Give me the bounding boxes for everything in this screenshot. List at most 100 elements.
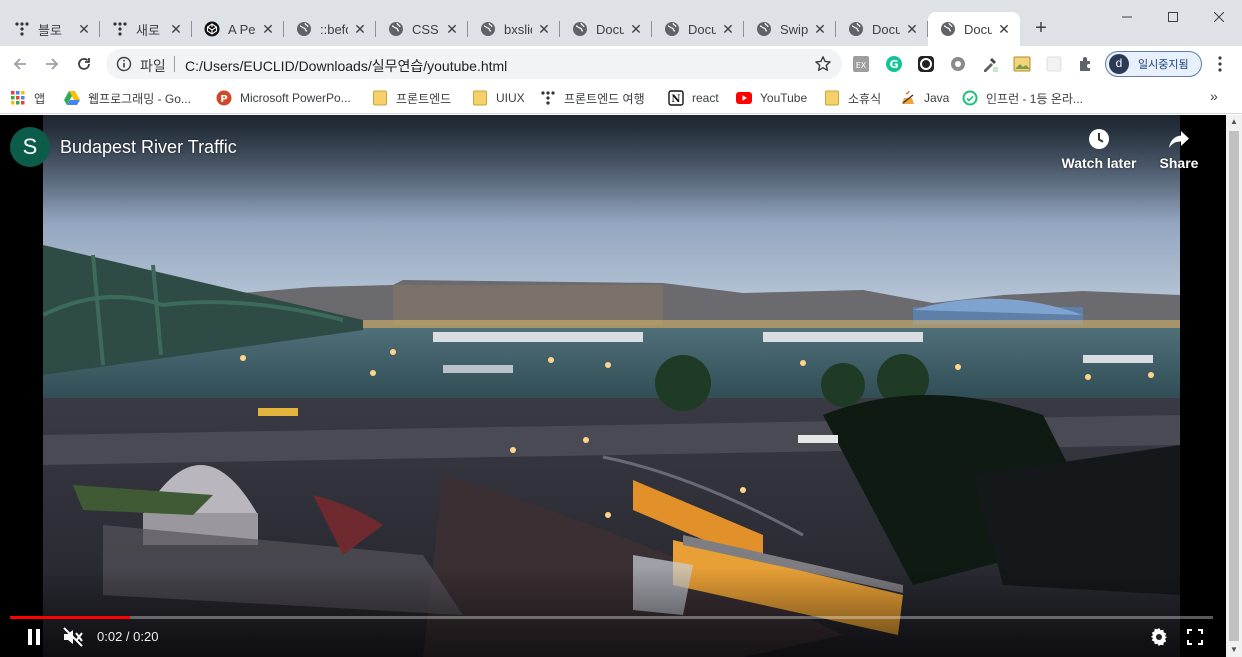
maximize-button[interactable] [1150, 0, 1196, 34]
extension-gear-icon[interactable] [948, 54, 968, 74]
tab-title: Docu [872, 21, 900, 37]
minimize-button[interactable] [1104, 0, 1150, 34]
page-scrollbar[interactable]: ▲ ▼ [1226, 115, 1242, 657]
pause-icon [28, 629, 40, 645]
settings-button[interactable] [1147, 625, 1171, 649]
bookmark-label: Microsoft PowerPo... [240, 91, 351, 105]
bookmark-item[interactable]: 소휴식 [824, 88, 881, 108]
tab-close-icon[interactable]: ✕ [904, 21, 920, 37]
tab-close-icon[interactable]: ✕ [628, 21, 644, 37]
bookmark-item[interactable]: Java [900, 88, 949, 108]
browser-menu-button[interactable] [1210, 54, 1230, 74]
bookmark-item[interactable]: UIUX [472, 88, 525, 108]
url-text[interactable]: C:/Users/EUCLID/Downloads/실무연습/youtube.h… [185, 56, 507, 76]
mute-button[interactable] [60, 625, 86, 649]
bookmark-item[interactable]: 인프런 - 1등 온라... [962, 88, 1083, 108]
bookmarks-overflow-button[interactable]: » [1210, 88, 1218, 104]
file-scheme-label: 파일 [140, 58, 166, 74]
tab-title: Docu [964, 21, 992, 37]
arrow-right-icon [46, 58, 59, 70]
bookmark-item[interactable]: 프론트엔드 [372, 88, 451, 108]
browser-tab[interactable]: 새로 ✕ [100, 12, 192, 46]
close-icon [1214, 12, 1224, 22]
tab-close-icon[interactable]: ✕ [352, 21, 368, 37]
video-title[interactable]: Budapest River Traffic [60, 137, 237, 158]
tab-close-icon[interactable]: ✕ [812, 21, 828, 37]
codepen-icon [204, 21, 220, 37]
browser-tab-active[interactable]: Docu ✕ [928, 12, 1020, 46]
browser-tab[interactable]: ::befo✕ [284, 12, 376, 46]
watch-later-button[interactable]: Watch later [1059, 127, 1139, 171]
scroll-thumb[interactable] [1229, 131, 1239, 641]
browser-tab[interactable]: CSS ✕ [376, 12, 468, 46]
bookmark-item[interactable]: 앱 [10, 88, 45, 108]
bookmark-star-icon[interactable] [814, 55, 832, 73]
progress-bar[interactable] [10, 616, 1213, 619]
folder-icon [472, 90, 488, 106]
bookmark-label: UIUX [496, 91, 525, 105]
tab-close-icon[interactable]: ✕ [260, 21, 276, 37]
bookmark-item[interactable]: 웹프로그래밍 - Go... [64, 88, 191, 108]
channel-avatar[interactable]: S [10, 127, 50, 167]
scroll-up-icon[interactable]: ▲ [1226, 115, 1242, 129]
more-vert-icon [1218, 56, 1222, 72]
tab-close-icon[interactable]: ✕ [720, 21, 736, 37]
extension-blank-icon[interactable] [1044, 54, 1064, 74]
tab-close-icon[interactable]: ✕ [536, 21, 552, 37]
bookmark-label: 프론트엔드 여행 [564, 91, 645, 106]
youtube-icon [736, 90, 752, 106]
svg-text:EX: EX [856, 61, 867, 70]
bookmarks-bar: 앱 웹프로그래밍 - Go... P Microsoft PowerPo... 프론트엔… [0, 82, 1242, 114]
notion-icon: N [668, 90, 684, 106]
browser-tab[interactable]: Docu ✕ [560, 12, 652, 46]
address-bar[interactable]: 파일 C:/Users/EUCLID/Downloads/실무연습/youtub… [106, 49, 842, 79]
forward-button[interactable] [39, 51, 65, 77]
tab-title: ::befo [320, 21, 348, 37]
extension-camera-icon[interactable] [916, 54, 936, 74]
tab-title: bxslid [504, 21, 532, 37]
globe-icon [664, 21, 680, 37]
tab-close-icon[interactable]: ✕ [76, 21, 92, 37]
reload-button[interactable] [71, 51, 97, 77]
browser-tab[interactable]: Docu ✕ [652, 12, 744, 46]
fullscreen-button[interactable] [1183, 625, 1207, 649]
bookmark-label: 웹프로그래밍 - Go... [88, 91, 191, 106]
tab-close-icon[interactable]: ✕ [996, 21, 1012, 37]
bookmark-item[interactable]: 프론트엔드 여행 [540, 88, 645, 108]
grammarly-icon[interactable]: G [884, 54, 904, 74]
bookmark-item[interactable]: YouTube [736, 88, 807, 108]
pause-button[interactable] [22, 625, 46, 649]
address-divider [174, 56, 175, 72]
extensions-puzzle-icon[interactable] [1076, 54, 1096, 74]
video-player[interactable]: S Budapest River Traffic Watch later Sha… [0, 115, 1226, 657]
share-button[interactable]: Share [1139, 127, 1219, 171]
new-tab-button[interactable]: + [1030, 18, 1052, 40]
bookmark-label: 소휴식 [848, 91, 882, 106]
tab-title: Docu [596, 21, 624, 37]
bookmark-item[interactable]: Nreact [668, 88, 719, 108]
info-icon[interactable] [116, 56, 132, 72]
window-controls [1104, 0, 1242, 34]
globe-icon [388, 21, 404, 37]
tab-close-icon[interactable]: ✕ [168, 21, 184, 37]
tab-close-icon[interactable]: ✕ [444, 21, 460, 37]
extension-ex-icon[interactable]: EX [851, 54, 871, 74]
bookmark-label: 프론트엔드 [396, 91, 452, 106]
scroll-down-icon[interactable]: ▼ [1226, 643, 1242, 657]
back-button[interactable] [7, 51, 33, 77]
bottom-gradient [0, 567, 1226, 657]
tistory-dots-icon [540, 90, 556, 106]
browser-tab[interactable]: 블로 ✕ [2, 12, 100, 46]
watch-later-label: Watch later [1061, 155, 1137, 171]
browser-tab[interactable]: bxslid✕ [468, 12, 560, 46]
browser-tab[interactable]: Docu ✕ [836, 12, 928, 46]
profile-button[interactable]: d 일시중지됨 [1105, 51, 1202, 77]
arrow-left-icon [13, 58, 26, 70]
bookmark-item[interactable]: P Microsoft PowerPo... [216, 88, 351, 108]
tistory-dots-icon [14, 21, 30, 37]
close-window-button[interactable] [1196, 0, 1242, 34]
eyedropper-icon[interactable] [980, 54, 1000, 74]
browser-tab[interactable]: Swipe✕ [744, 12, 836, 46]
browser-tab[interactable]: A Pe ✕ [192, 12, 284, 46]
image-extension-icon[interactable] [1012, 54, 1032, 74]
